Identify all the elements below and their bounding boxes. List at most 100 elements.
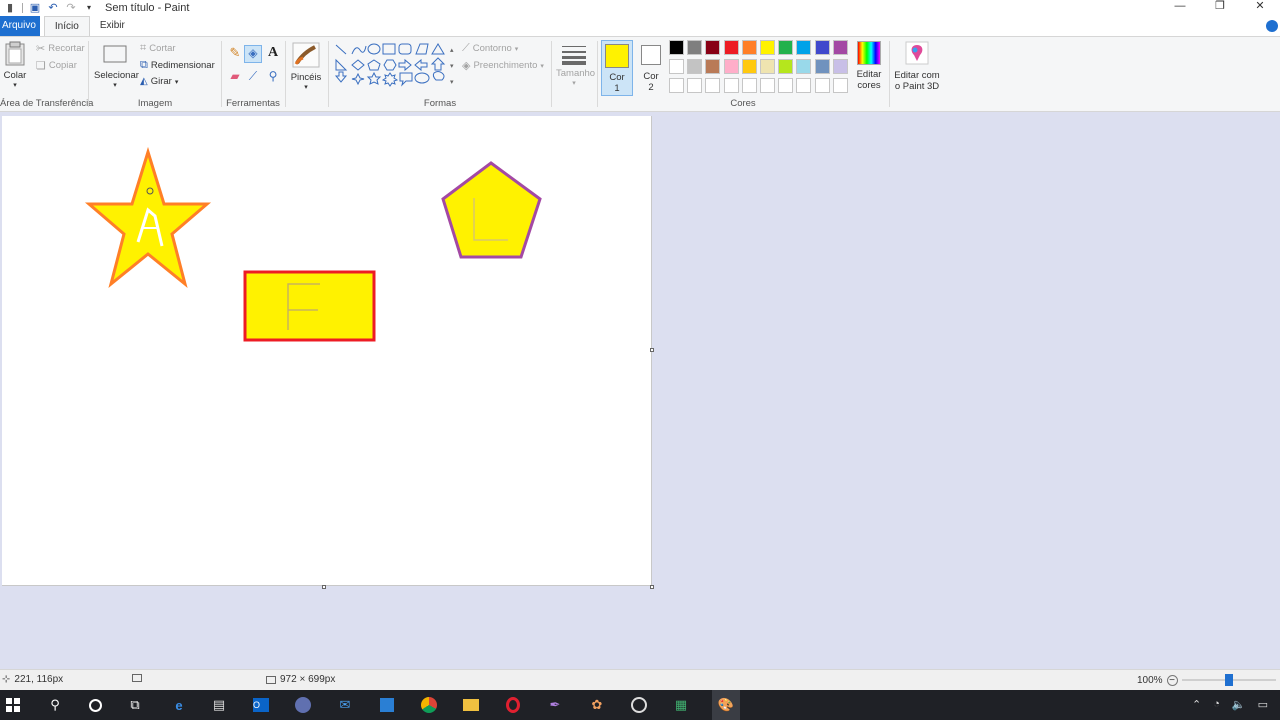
network-icon[interactable]: ◔ (1213, 698, 1220, 711)
palette-color-swatch[interactable] (669, 40, 684, 55)
palette-color-swatch[interactable] (778, 59, 794, 74)
palette-color-swatch[interactable] (723, 59, 739, 74)
fill-button[interactable]: ◈ Preenchimento ▾ (462, 59, 544, 72)
close-button[interactable]: ✕ (1240, 0, 1280, 16)
mail-icon[interactable]: ✉ (336, 696, 354, 714)
edge-icon[interactable]: e (170, 696, 188, 714)
paint-taskbar-icon[interactable]: 🎨 (712, 690, 740, 720)
palette-color-swatch[interactable] (814, 40, 830, 55)
shapes-gallery[interactable] (332, 42, 452, 90)
undo-icon[interactable]: ↶ (47, 2, 59, 14)
notifications-icon[interactable]: ▭ (1258, 698, 1268, 711)
palette-custom-slot[interactable] (778, 78, 794, 93)
palette-color-swatch[interactable] (741, 59, 757, 74)
resize-handle-right[interactable] (650, 348, 654, 352)
task-view-icon[interactable]: ⧉ (126, 696, 144, 714)
media-app-icon[interactable] (294, 696, 312, 714)
color-picker-tool[interactable]: ⟋ (244, 69, 262, 87)
palette-color-swatch[interactable] (760, 59, 775, 74)
creative-app-icon[interactable]: ✿ (588, 696, 606, 714)
maximize-button[interactable]: ❐ (1200, 0, 1240, 16)
windows-start-icon[interactable] (4, 696, 22, 714)
edit-app-icon[interactable] (378, 696, 396, 714)
color1-button[interactable]: Cor 1 (601, 40, 633, 96)
pencil-tool[interactable]: ✎ (226, 45, 244, 63)
palette-color-swatch[interactable] (832, 59, 848, 74)
palette-color-swatch[interactable] (796, 59, 812, 74)
palette-custom-slot[interactable] (741, 78, 757, 93)
window-title: Sem título - Paint (105, 2, 190, 14)
palette-color-swatch[interactable] (723, 40, 739, 55)
select-dropdown-icon[interactable]: ▾ (94, 81, 136, 89)
file-explorer-icon[interactable] (462, 696, 480, 714)
edit-in-paint3d-button[interactable]: Editar com o Paint 3D (893, 41, 941, 92)
paint-app-icon[interactable]: ▮ (4, 2, 16, 14)
eraser-tool[interactable]: ▰ (226, 69, 244, 87)
tab-file[interactable]: Arquivo (0, 16, 40, 36)
outline-button[interactable]: ⟋ Contorno ▾ (462, 42, 518, 55)
palette-color-swatch[interactable] (705, 40, 721, 55)
store-icon[interactable]: ▤ (210, 696, 228, 714)
zoom-slider[interactable] (1181, 674, 1276, 686)
edit-colors-button[interactable]: Editar cores (852, 41, 886, 91)
palette-custom-slot[interactable] (814, 78, 830, 93)
palette-custom-slot[interactable] (705, 78, 721, 93)
zoom-out-icon[interactable]: − (1166, 674, 1178, 686)
palette-color-swatch[interactable] (814, 59, 830, 74)
palette-color-swatch[interactable] (687, 59, 703, 74)
cut-button[interactable]: ✂ Recortar (36, 42, 85, 55)
crop-button[interactable]: ⌗ Cortar (140, 42, 176, 55)
palette-custom-slot[interactable] (687, 78, 703, 93)
opera-icon[interactable] (504, 696, 522, 714)
cursor-position-icon: ⊹ (2, 674, 11, 685)
help-icon[interactable] (1266, 20, 1278, 32)
drawing-canvas[interactable] (2, 116, 652, 586)
copy-button[interactable]: ❏ Copiar (36, 59, 77, 72)
palette-custom-slot[interactable] (669, 78, 684, 93)
tray-chevron-icon[interactable]: ⌃ (1192, 698, 1201, 711)
palette-custom-slot[interactable] (760, 78, 775, 93)
size-button[interactable]: Tamanho ▾ (556, 43, 595, 87)
search-icon[interactable]: ⚲ (46, 696, 64, 714)
volume-icon[interactable]: 🔈 (1232, 698, 1246, 711)
palette-color-swatch[interactable] (796, 40, 812, 55)
palette-color-swatch[interactable] (760, 40, 775, 55)
cortana-icon[interactable] (86, 696, 104, 714)
outlook-icon[interactable]: O (252, 696, 270, 714)
feather-app-icon[interactable]: ✒ (546, 696, 564, 714)
paste-dropdown-icon[interactable]: ▾ (2, 81, 28, 89)
zoom-slider-thumb[interactable] (1224, 674, 1233, 686)
magnifier-tool[interactable]: ⚲ (264, 69, 282, 87)
palette-color-swatch[interactable] (832, 40, 848, 55)
chrome-icon[interactable] (420, 696, 438, 714)
fill-tool[interactable]: ◈ (244, 45, 262, 63)
palette-custom-slot[interactable] (832, 78, 848, 93)
resize-handle-bottom[interactable] (322, 585, 326, 589)
rotate-button[interactable]: ◭ Girar ▾ (140, 76, 178, 87)
paste-button[interactable]: Colar ▾ (2, 41, 28, 89)
text-tool[interactable]: A (264, 45, 282, 63)
palette-color-swatch[interactable] (778, 40, 794, 55)
palette-color-swatch[interactable] (741, 40, 757, 55)
outline-dropdown-icon: ▾ (514, 45, 519, 53)
palette-color-swatch[interactable] (669, 59, 684, 74)
obs-icon[interactable] (630, 696, 648, 714)
tab-home[interactable]: Início (43, 16, 90, 36)
spreadsheet-app-icon[interactable]: ▦ (672, 696, 690, 714)
palette-color-swatch[interactable] (687, 40, 703, 55)
resize-handle-corner[interactable] (650, 585, 654, 589)
minimize-button[interactable]: — (1160, 0, 1200, 16)
palette-color-swatch[interactable] (705, 59, 721, 74)
redo-icon[interactable]: ↷ (65, 2, 77, 14)
tab-view[interactable]: Exibir (90, 16, 135, 36)
shapes-scroll[interactable]: ▴ ▾ ▾ (450, 43, 458, 91)
brushes-button[interactable]: Pincéis ▾ (290, 41, 322, 91)
resize-button[interactable]: ⧉ Redimensionar (140, 59, 215, 72)
customize-toolbar-icon[interactable]: ▾ (83, 2, 95, 14)
cut-label: Recortar (48, 43, 85, 54)
color2-button[interactable]: Cor 2 (635, 40, 667, 96)
palette-custom-slot[interactable] (796, 78, 812, 93)
save-icon[interactable]: ▣ (29, 2, 41, 14)
palette-custom-slot[interactable] (723, 78, 739, 93)
select-button[interactable]: Selecionar ▾ (94, 43, 139, 89)
